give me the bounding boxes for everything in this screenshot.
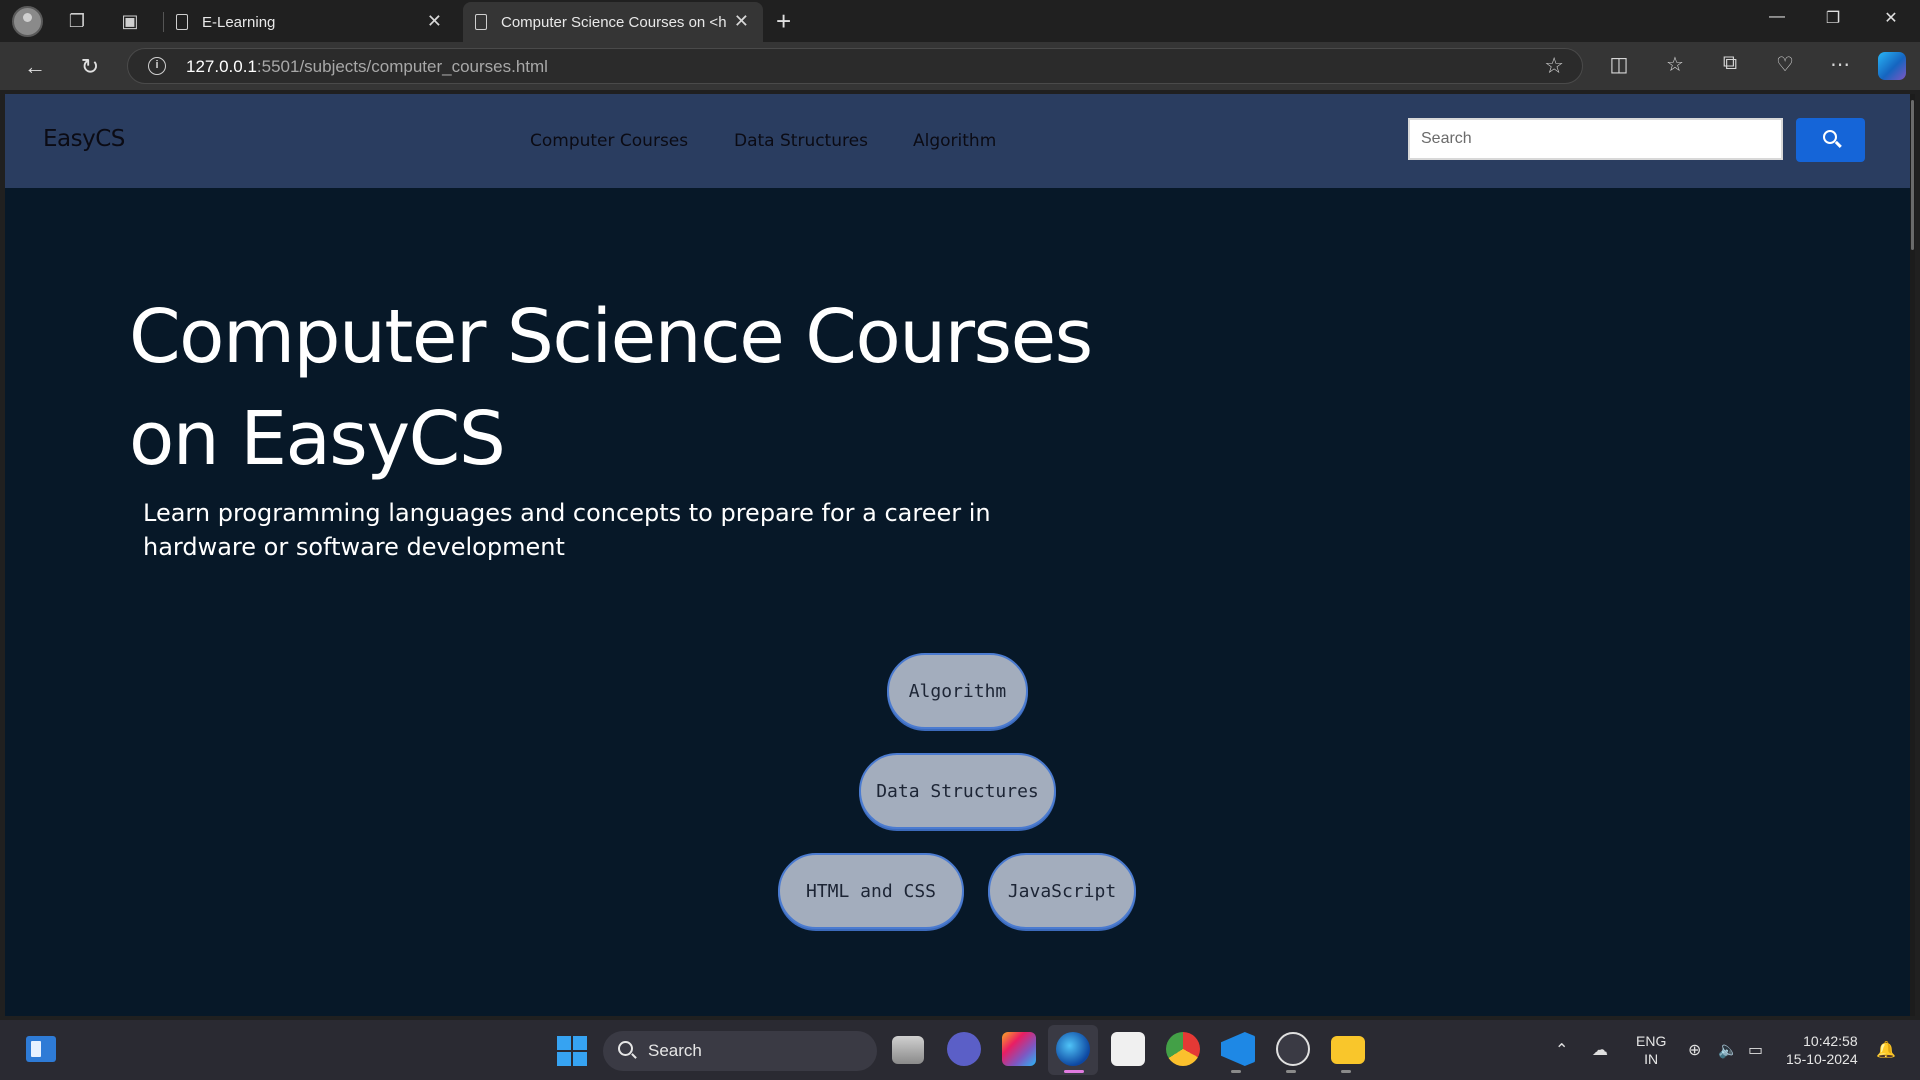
browser-essentials-icon[interactable]: ♡ [1770, 52, 1800, 77]
course-algorithm-button[interactable]: Algorithm [887, 653, 1028, 729]
address-bar[interactable]: i 127.0.0.1:5501/subjects/computer_cours… [127, 48, 1583, 84]
back-icon[interactable]: ← [20, 52, 50, 82]
clock[interactable]: 10:42:58 15-10-2024 [1786, 1032, 1858, 1068]
reload-icon[interactable]: ↻ [75, 52, 105, 82]
page-icon [475, 14, 487, 30]
copilot-app-icon[interactable] [1002, 1032, 1036, 1066]
course-data-structures-button[interactable]: Data Structures [859, 753, 1056, 829]
page-icon [176, 14, 188, 30]
search-button[interactable] [1796, 118, 1865, 162]
browser-tab-strip: ❐ ▣ E-Learning ✕ Computer Science Course… [0, 0, 1920, 42]
task-view-icon[interactable] [892, 1036, 924, 1064]
close-tab-icon[interactable]: ✕ [427, 11, 442, 32]
onedrive-icon[interactable]: ☁ [1592, 1040, 1608, 1060]
active-indicator [1064, 1070, 1084, 1073]
tab-separator [163, 12, 164, 32]
language-indicator[interactable]: ENG IN [1636, 1032, 1666, 1068]
store-icon[interactable] [1111, 1032, 1145, 1066]
search-icon [618, 1041, 633, 1056]
running-indicator [1286, 1070, 1296, 1073]
search-input[interactable] [1408, 118, 1783, 160]
course-javascript-button[interactable]: JavaScript [988, 853, 1136, 929]
favorite-star-icon[interactable]: ☆ [1544, 53, 1564, 79]
copilot-icon[interactable] [1878, 52, 1906, 80]
minimize-icon[interactable]: — [1762, 8, 1792, 26]
start-icon[interactable] [557, 1036, 587, 1066]
tab-title: Computer Science Courses on <h [501, 13, 727, 31]
media-player-icon[interactable] [1276, 1032, 1310, 1066]
tab-title: E-Learning [202, 13, 276, 31]
page-scrollbar[interactable] [1910, 94, 1915, 1016]
tab-actions-icon[interactable]: ▣ [117, 8, 143, 34]
collections-icon[interactable]: ⧉ [1715, 52, 1745, 75]
battery-icon[interactable]: ▭ [1748, 1040, 1763, 1060]
chrome-icon[interactable] [1166, 1032, 1200, 1066]
brand-logo[interactable]: EasyCS [43, 126, 125, 152]
nav-algorithm[interactable]: Algorithm [913, 131, 996, 151]
network-icon[interactable]: ⊕ [1688, 1040, 1701, 1060]
taskbar-search-label: Search [648, 1041, 702, 1060]
course-html-css-button[interactable]: HTML and CSS [778, 853, 964, 929]
vscode-icon[interactable] [1221, 1032, 1255, 1066]
site-header: EasyCS Computer Courses Data Structures … [5, 94, 1911, 188]
info-icon[interactable]: i [148, 57, 166, 75]
taskbar: Search ⌃ ☁ ENG IN ⊕ 🔈 ▭ 10:42:58 15-10-2… [0, 1020, 1920, 1080]
running-indicator [1341, 1070, 1351, 1073]
clock-date: 15-10-2024 [1786, 1051, 1858, 1067]
tab-e-learning[interactable]: E-Learning ✕ [166, 2, 456, 42]
edge-icon[interactable] [1056, 1032, 1090, 1066]
language-code: ENG [1636, 1033, 1667, 1049]
file-explorer-icon[interactable] [1331, 1036, 1365, 1064]
page-viewport: EasyCS Computer Courses Data Structures … [5, 94, 1911, 1016]
tab-computer-courses[interactable]: Computer Science Courses on <h ✕ [463, 2, 763, 42]
new-tab-icon[interactable]: + [776, 6, 791, 37]
url-text[interactable]: 127.0.0.1:5501/subjects/computer_courses… [186, 57, 548, 77]
teams-icon[interactable] [947, 1032, 981, 1066]
search-icon [1823, 130, 1837, 144]
split-screen-icon[interactable]: ◫ [1604, 52, 1634, 77]
clock-time: 10:42:58 [1803, 1033, 1858, 1049]
hero-subtitle: Learn programming languages and concepts… [143, 499, 991, 561]
favorites-icon[interactable]: ☆ [1660, 52, 1690, 77]
workspaces-icon[interactable]: ❐ [64, 8, 90, 34]
nav-computer-courses[interactable]: Computer Courses [530, 131, 688, 151]
volume-icon[interactable]: 🔈 [1718, 1040, 1738, 1060]
notifications-icon[interactable]: 🔔 [1876, 1040, 1896, 1060]
running-indicator [1231, 1070, 1241, 1073]
restore-icon[interactable]: ❐ [1818, 8, 1848, 28]
nav-data-structures[interactable]: Data Structures [734, 131, 868, 151]
widgets-icon[interactable] [26, 1036, 56, 1062]
profile-icon[interactable] [12, 6, 43, 37]
hero-title: Computer Science Courses on EasyCS [129, 294, 1093, 482]
close-window-icon[interactable]: ✕ [1876, 8, 1906, 28]
show-hidden-icons-icon[interactable]: ⌃ [1555, 1040, 1568, 1060]
more-icon[interactable]: ⋯ [1825, 52, 1855, 77]
close-tab-icon[interactable]: ✕ [734, 11, 749, 32]
taskbar-search[interactable]: Search [603, 1031, 877, 1071]
region-code: IN [1644, 1051, 1659, 1067]
